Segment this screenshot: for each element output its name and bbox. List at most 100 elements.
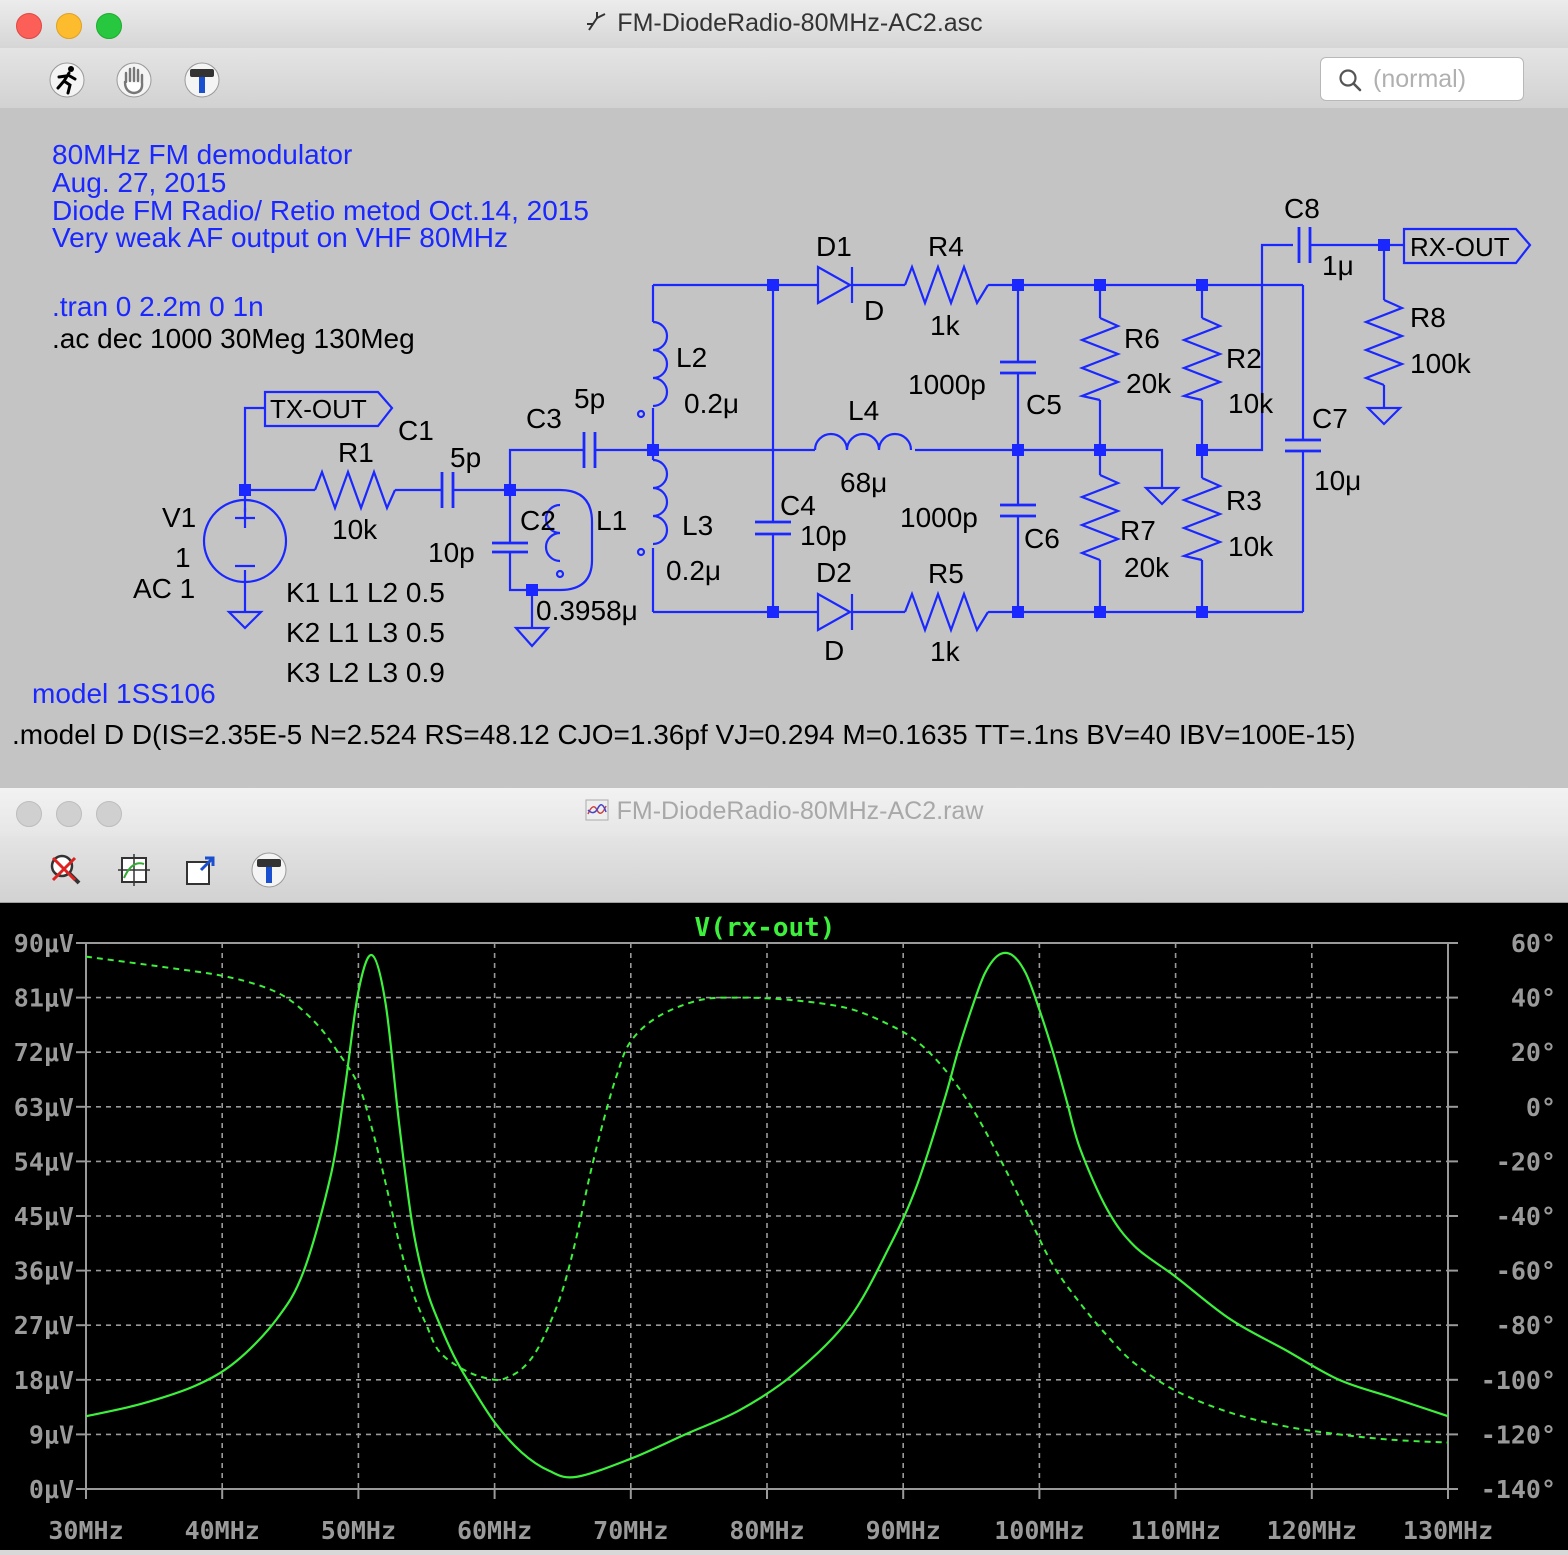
- zoom-back-icon: [186, 856, 215, 885]
- y-tick-label: 90μV: [14, 929, 74, 958]
- y-tick-label: 45μV: [14, 1202, 74, 1231]
- autorange-icon: [118, 854, 150, 886]
- zoom-back-button[interactable]: [181, 850, 221, 890]
- settings-button[interactable]: [182, 60, 222, 100]
- autorange-button[interactable]: [114, 850, 154, 890]
- plot-toolbar: [0, 836, 1568, 903]
- r2-value: 10k: [1228, 388, 1274, 419]
- l2-label: L2: [676, 342, 707, 373]
- comment-line-4: Very weak AF output on VHF 80MHz: [52, 222, 508, 253]
- l3-label: L3: [682, 510, 713, 541]
- r2-label: R2: [1226, 343, 1262, 374]
- d1-label: D1: [816, 231, 852, 262]
- x-tick-label: 100MHz: [994, 1516, 1084, 1545]
- l3-value: 0.2μ: [666, 555, 721, 586]
- search-input[interactable]: [1371, 62, 1515, 96]
- c4-label: C4: [780, 490, 816, 521]
- x-tick-label: 30MHz: [48, 1516, 123, 1545]
- schematic-titlebar[interactable]: FM-DiodeRadio-80MHz-AC2.asc: [0, 0, 1568, 49]
- y2-tick-label: 40°: [1511, 984, 1556, 1013]
- y2-tick-label: -40°: [1496, 1202, 1556, 1231]
- r7-label: R7: [1120, 515, 1156, 546]
- waveform-icon: [585, 799, 609, 821]
- y-tick-label: 36μV: [14, 1257, 74, 1286]
- hand-icon: [116, 62, 152, 98]
- tran-directive: .tran 0 2.2m 0 1n: [52, 291, 264, 322]
- y-tick-label: 81μV: [14, 984, 74, 1013]
- comment-line-1: 80MHz FM demodulator: [52, 139, 352, 170]
- y-tick-label: 63μV: [14, 1093, 74, 1122]
- k2-directive: K2 L1 L3 0.5: [286, 617, 445, 648]
- window-title: FM-DiodeRadio-80MHz-AC2.asc: [0, 9, 1568, 38]
- y2-tick-label: -20°: [1496, 1147, 1556, 1176]
- x-tick-label: 50MHz: [321, 1516, 396, 1545]
- r8-label: R8: [1410, 302, 1446, 333]
- r5-label: R5: [928, 558, 964, 589]
- c3-value: 5p: [574, 383, 605, 414]
- plot-area[interactable]: 30MHz 40MHz 50MHz 60MHz 70MHz 80MHz 90MHz 100MH…: [0, 903, 1568, 1550]
- window-title-text: FM-DiodeRadio-80MHz-AC2.asc: [617, 9, 983, 37]
- y2-tick-label: -120°: [1481, 1420, 1556, 1449]
- r3-value: 10k: [1228, 531, 1274, 562]
- l2-value: 0.2μ: [684, 388, 739, 419]
- r7-value: 20k: [1124, 552, 1170, 583]
- y2-tick-label: 60°: [1511, 929, 1556, 958]
- magnifier-icon: [1339, 69, 1362, 92]
- x-tick-label: 120MHz: [1267, 1516, 1357, 1545]
- x-tick-label: 110MHz: [1130, 1516, 1220, 1545]
- y-tick-label: 18μV: [14, 1366, 74, 1395]
- schematic-canvas[interactable]: 80MHz FM demodulator Aug. 27, 2015 Diode…: [0, 108, 1568, 788]
- phase-trace: [85, 955, 1449, 1444]
- rx-out-label: RX-OUT: [1410, 232, 1510, 262]
- v1-ac: AC 1: [133, 573, 195, 604]
- y2-tick-label: -100°: [1481, 1366, 1556, 1395]
- r1-label: R1: [338, 437, 374, 468]
- model-directive: .model D D(IS=2.35E-5 N=2.524 RS=48.12 C…: [12, 719, 1356, 750]
- waveform-plot[interactable]: 30MHz 40MHz 50MHz 60MHz 70MHz 80MHz 90MHz 100MH…: [0, 903, 1568, 1550]
- c1-label: C1: [398, 415, 434, 446]
- plot-title-text: FM-DiodeRadio-80MHz-AC2.raw: [616, 797, 984, 825]
- run-button[interactable]: [47, 60, 87, 100]
- x-tick-label: 90MHz: [866, 1516, 941, 1545]
- c6-value: 1000p: [900, 502, 978, 533]
- r8-value: 100k: [1410, 348, 1472, 379]
- zoom-cancel-button[interactable]: [45, 850, 85, 890]
- x-tick-label: 70MHz: [593, 1516, 668, 1545]
- zoom-cancel-icon: [50, 854, 81, 885]
- comment-line-2: Aug. 27, 2015: [52, 167, 226, 198]
- c5-value: 1000p: [908, 369, 986, 400]
- c2-label: C2: [520, 505, 556, 536]
- l1-value: 0.3958μ: [536, 595, 638, 626]
- k1-directive: K1 L1 L2 0.5: [286, 577, 445, 608]
- y-tick-label: 9μV: [29, 1420, 74, 1449]
- tx-out-label: TX-OUT: [270, 394, 367, 424]
- model-comment: model 1SS106: [32, 678, 216, 709]
- plot-settings-button[interactable]: [249, 850, 289, 890]
- c2-value: 10p: [428, 537, 475, 568]
- y2-tick-label: -60°: [1496, 1257, 1556, 1286]
- search-box[interactable]: [1320, 57, 1524, 101]
- trace-title[interactable]: V(rx-out): [695, 913, 836, 943]
- x-tick-label: 80MHz: [729, 1516, 804, 1545]
- c7-label: C7: [1312, 403, 1348, 434]
- schematic-toolbar: [0, 48, 1568, 109]
- run-icon: [49, 62, 85, 98]
- x-tick-label: 60MHz: [457, 1516, 532, 1545]
- plot-titlebar[interactable]: FM-DiodeRadio-80MHz-AC2.raw: [0, 788, 1568, 837]
- schematic-window: FM-DiodeRadio-80MHz-AC2.asc (normal) 80M…: [0, 0, 1568, 788]
- halt-button[interactable]: [114, 60, 154, 100]
- plot-window-title: FM-DiodeRadio-80MHz-AC2.raw: [0, 797, 1568, 826]
- c8-label: C8: [1284, 193, 1320, 224]
- schematic-svg[interactable]: 80MHz FM demodulator Aug. 27, 2015 Diode…: [0, 108, 1568, 788]
- r5-value: 1k: [930, 636, 961, 667]
- y-tick-label: 54μV: [14, 1147, 74, 1176]
- y-tick-label: 27μV: [14, 1311, 74, 1340]
- d2-label: D2: [816, 557, 852, 588]
- hammer-icon: [251, 852, 287, 888]
- k3-directive: K3 L2 L3 0.9: [286, 657, 445, 688]
- r4-label: R4: [928, 231, 964, 262]
- c8-value: 1μ: [1322, 250, 1354, 281]
- y-tick-label: 72μV: [14, 1038, 74, 1067]
- x-tick-label: 40MHz: [185, 1516, 260, 1545]
- ac-directive: .ac dec 1000 30Meg 130Meg: [52, 323, 415, 354]
